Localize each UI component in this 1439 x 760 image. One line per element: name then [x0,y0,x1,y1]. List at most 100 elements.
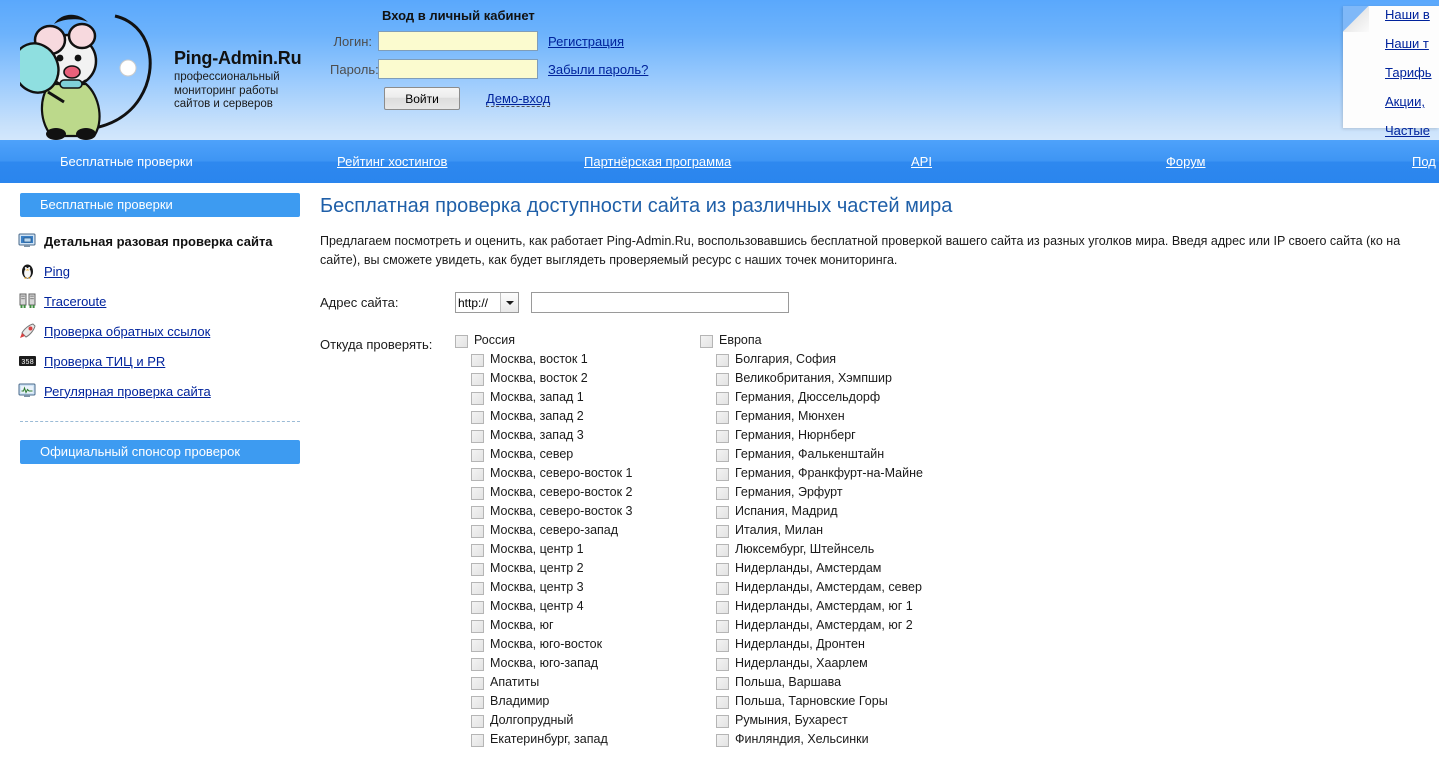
checkbox-item[interactable]: Москва, север [455,447,700,466]
checkbox-icon[interactable] [716,620,729,633]
checkbox-icon[interactable] [716,373,729,386]
sidebar-item-traceroute[interactable]: Traceroute [18,293,320,309]
checkbox-item[interactable]: Москва, восток 2 [455,371,700,390]
checkbox-item[interactable]: Нидерланды, Амстердам, юг 2 [700,618,1030,637]
right-menu-item-1[interactable]: Наши т [1385,37,1439,51]
checkbox-icon[interactable] [471,563,484,576]
checkbox-item[interactable]: Москва, северо-восток 3 [455,504,700,523]
demo-login-link[interactable]: Демо-вход [486,91,550,107]
checkbox-item[interactable]: Москва, северо-восток 1 [455,466,700,485]
nav-item-api[interactable]: API [911,154,932,169]
register-link[interactable]: Регистрация [548,34,624,49]
checkbox-item[interactable]: Германия, Эрфурт [700,485,1030,504]
right-menu-item-4[interactable]: Частые [1385,124,1439,138]
checkbox-item[interactable]: Москва, центр 4 [455,599,700,618]
sidebar-item-regular-check[interactable]: Регулярная проверка сайта [18,383,320,399]
checkbox-item[interactable]: Германия, Мюнхен [700,409,1030,428]
sidebar-item-label[interactable]: Проверка обратных ссылок [44,324,210,339]
checkbox-icon[interactable] [716,430,729,443]
checkbox-item[interactable]: Финляндия, Хельсинки [700,732,1030,751]
checkbox-item[interactable]: Москва, юго-восток [455,637,700,656]
checkbox-icon[interactable] [716,544,729,557]
checkbox-item[interactable]: Москва, запад 2 [455,409,700,428]
checkbox-icon[interactable] [471,506,484,519]
nav-item-partner-program[interactable]: Партнёрская программа [584,154,731,169]
checkbox-icon[interactable] [471,430,484,443]
sidebar-item-detailed-check[interactable]: Детальная разовая проверка сайта [18,233,320,249]
checkbox-item[interactable]: Нидерланды, Амстердам, юг 1 [700,599,1030,618]
protocol-select-wrap[interactable] [455,292,519,313]
checkbox-item[interactable]: Германия, Фалькенштайн [700,447,1030,466]
checkbox-item[interactable]: Москва, запад 1 [455,390,700,409]
checkbox-icon[interactable] [471,392,484,405]
checkbox-item[interactable]: Москва, северо-восток 2 [455,485,700,504]
checkbox-icon[interactable] [455,335,468,348]
checkbox-icon[interactable] [716,468,729,481]
checkbox-icon[interactable] [716,715,729,728]
checkbox-icon[interactable] [716,563,729,576]
checkbox-icon[interactable] [716,696,729,709]
checkbox-icon[interactable] [471,677,484,690]
checkbox-icon[interactable] [716,411,729,424]
checkbox-icon[interactable] [716,601,729,614]
checkbox-item[interactable]: Польша, Тарновские Горы [700,694,1030,713]
checkbox-item[interactable]: Германия, Франкфурт-на-Майне [700,466,1030,485]
checkbox-item[interactable]: Москва, юго-запад [455,656,700,675]
checkbox-item[interactable]: Нидерланды, Амстердам, север [700,580,1030,599]
checkbox-icon[interactable] [716,487,729,500]
nav-item-support[interactable]: Под [1412,154,1436,169]
checkbox-icon[interactable] [716,449,729,462]
sidebar-item-backlinks[interactable]: Проверка обратных ссылок [18,323,320,339]
checkbox-item[interactable]: Великобритания, Хэмпшир [700,371,1030,390]
checkbox-icon[interactable] [471,620,484,633]
checkbox-item[interactable]: Испания, Мадрид [700,504,1030,523]
checkbox-item[interactable]: Москва, северо-запад [455,523,700,542]
checkbox-item[interactable]: Румыния, Бухарест [700,713,1030,732]
checkbox-icon[interactable] [716,525,729,538]
checkbox-icon[interactable] [716,734,729,747]
checkbox-icon[interactable] [471,487,484,500]
checkbox-item[interactable]: Долгопрудный [455,713,700,732]
checkbox-item[interactable]: Польша, Варшава [700,675,1030,694]
sidebar-item-label[interactable]: Проверка ТИЦ и PR [44,354,165,369]
checkbox-item[interactable]: Москва, центр 3 [455,580,700,599]
checkbox-group-russia[interactable]: Россия [455,333,700,352]
sidebar-item-label[interactable]: Ping [44,264,70,279]
checkbox-item[interactable]: Екатеринбург, запад [455,732,700,751]
checkbox-item[interactable]: Германия, Нюрнберг [700,428,1030,447]
checkbox-item[interactable]: Люксембург, Штейнсель [700,542,1030,561]
checkbox-icon[interactable] [716,354,729,367]
protocol-select[interactable] [455,292,519,313]
checkbox-item[interactable]: Италия, Милан [700,523,1030,542]
right-menu-item-0[interactable]: Наши в [1385,8,1439,22]
sidebar-item-label[interactable]: Регулярная проверка сайта [44,384,211,399]
checkbox-item[interactable]: Москва, запад 3 [455,428,700,447]
checkbox-icon[interactable] [471,601,484,614]
checkbox-icon[interactable] [471,449,484,462]
checkbox-item[interactable]: Владимир [455,694,700,713]
checkbox-icon[interactable] [716,658,729,671]
checkbox-item[interactable]: Германия, Дюссельдорф [700,390,1030,409]
checkbox-item[interactable]: Апатиты [455,675,700,694]
right-menu-item-2[interactable]: Тарифь [1385,66,1439,80]
checkbox-icon[interactable] [471,354,484,367]
checkbox-icon[interactable] [716,392,729,405]
checkbox-icon[interactable] [471,468,484,481]
checkbox-icon[interactable] [716,677,729,690]
password-input[interactable] [378,59,538,79]
checkbox-icon[interactable] [471,411,484,424]
forgot-password-link[interactable]: Забыли пароль? [548,62,648,77]
checkbox-icon[interactable] [716,582,729,595]
sidebar-item-tic-pr[interactable]: 358 Проверка ТИЦ и PR [18,353,320,369]
checkbox-icon[interactable] [471,582,484,595]
checkbox-icon[interactable] [471,639,484,652]
checkbox-item[interactable]: Москва, центр 2 [455,561,700,580]
checkbox-icon[interactable] [471,658,484,671]
checkbox-icon[interactable] [471,696,484,709]
checkbox-icon[interactable] [471,734,484,747]
checkbox-icon[interactable] [471,373,484,386]
checkbox-icon[interactable] [716,639,729,652]
checkbox-item[interactable]: Москва, центр 1 [455,542,700,561]
logo-area[interactable]: Ping-Admin.Ru профессиональный мониторин… [14,4,314,140]
right-menu-item-3[interactable]: Акции, [1385,95,1439,109]
